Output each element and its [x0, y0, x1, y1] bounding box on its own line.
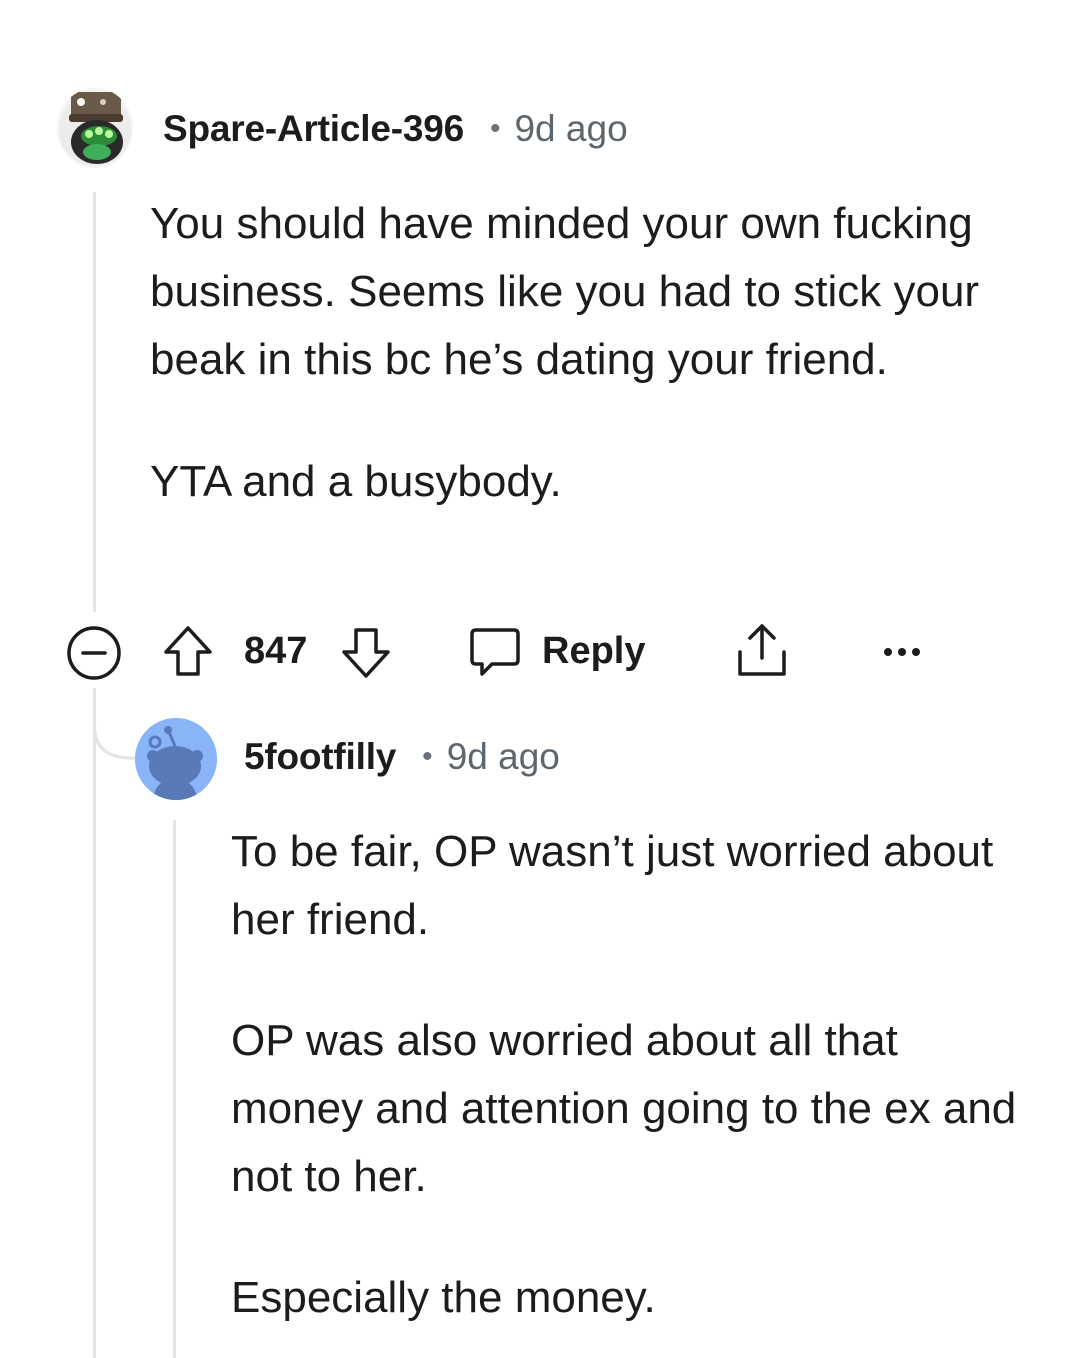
- thread-line-root[interactable]: [93, 192, 96, 612]
- thread-line-reply[interactable]: [173, 820, 176, 1358]
- reply-label: Reply: [542, 630, 646, 672]
- comment-paragraph: Especially the money.: [231, 1273, 656, 1322]
- reply-button[interactable]: Reply: [466, 622, 656, 682]
- arrow-up-icon[interactable]: [162, 624, 214, 678]
- comment-paragraph: OP was also worried about all that money…: [231, 1016, 1017, 1201]
- share-icon[interactable]: [734, 622, 790, 680]
- separator-dot: •: [422, 740, 433, 773]
- user-avatar-snoo-icon: [59, 92, 131, 166]
- timestamp[interactable]: 9d ago: [447, 736, 560, 778]
- username[interactable]: Spare-Article-396: [163, 108, 464, 150]
- comment-meta: 5footfilly • 9d ago: [244, 736, 560, 778]
- avatar[interactable]: [57, 88, 133, 168]
- arrow-down-icon[interactable]: [340, 626, 392, 680]
- timestamp[interactable]: 9d ago: [514, 108, 627, 150]
- separator-dot: •: [489, 112, 501, 145]
- speech-bubble-icon: [470, 628, 520, 676]
- comment-action-bar: 847 Reply: [66, 622, 946, 682]
- avatar[interactable]: [135, 718, 217, 800]
- thread-connector-curve: [93, 688, 140, 760]
- minus-circle-icon[interactable]: [66, 625, 122, 681]
- ellipsis-icon[interactable]: [882, 642, 922, 662]
- comment-paragraph: YTA and a busybody.: [150, 457, 562, 506]
- comment-paragraph: To be fair, OP wasn’t just worried about…: [231, 827, 994, 944]
- username[interactable]: 5footfilly: [244, 736, 396, 778]
- thread-line-root-lower[interactable]: [93, 688, 96, 1358]
- comment-meta: Spare-Article-396 • 9d ago: [163, 108, 628, 150]
- comment-body: To be fair, OP wasn’t just worried about…: [231, 818, 1031, 1332]
- comment-body: You should have minded your own fucking …: [150, 190, 1030, 516]
- default-snoo-icon: [135, 718, 217, 800]
- comment-paragraph: You should have minded your own fucking …: [150, 199, 980, 384]
- vote-count: 847: [244, 630, 308, 672]
